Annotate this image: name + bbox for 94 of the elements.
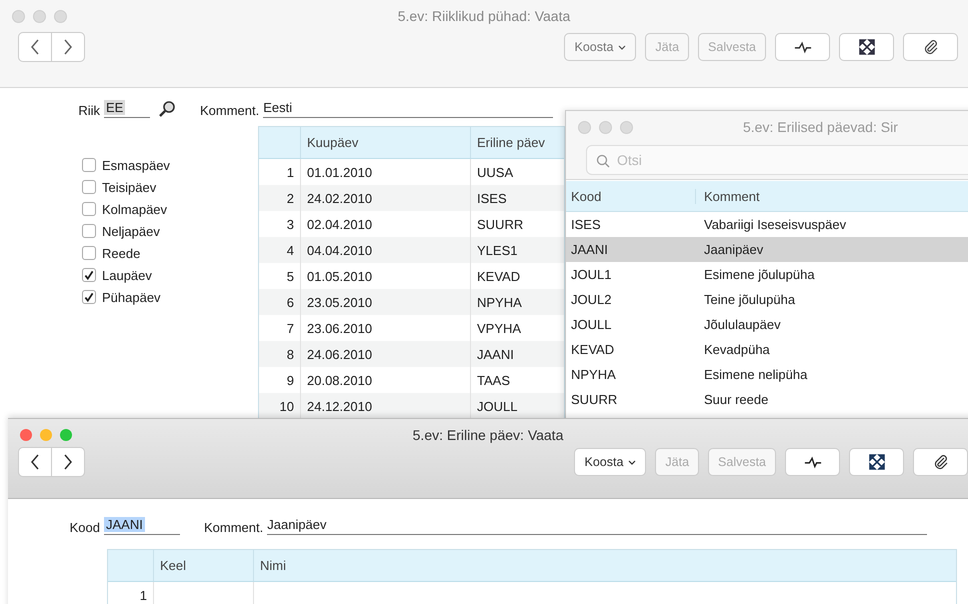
- column-header[interactable]: Eriline päev: [471, 127, 562, 158]
- column-header[interactable]: Komment: [696, 188, 760, 204]
- checkbox[interactable]: [82, 202, 96, 216]
- fullscreen-button[interactable]: [849, 448, 904, 476]
- column-header[interactable]: Keel: [154, 550, 254, 581]
- checkbox-label: Pühapäev: [102, 290, 161, 304]
- activity-button[interactable]: [785, 448, 840, 476]
- table-cell-text: SUURR: [476, 216, 524, 234]
- table-cell-text: JOUL2: [570, 292, 612, 307]
- checkbox[interactable]: [82, 246, 96, 260]
- attachment-button[interactable]: [913, 448, 968, 476]
- list-row[interactable]: JOUL1 Esimene jõulupüha: [566, 262, 968, 287]
- navigation-control[interactable]: [18, 447, 85, 477]
- table-cell-text: YLES1: [476, 242, 518, 260]
- checkbox-label: Neljapäev: [102, 224, 160, 238]
- checkbox[interactable]: [82, 180, 96, 194]
- table-cell-text: Esimene nelipüha: [703, 367, 808, 382]
- checkbox-label: Laupäev: [102, 268, 152, 282]
- search-field[interactable]: Otsi: [586, 145, 968, 175]
- table-cell-text: NPYHA: [476, 294, 523, 312]
- row-number: 1: [108, 582, 154, 604]
- table-cell-text: Jaanipäev: [703, 242, 764, 257]
- activity-button[interactable]: [775, 33, 830, 61]
- list-row[interactable]: ISES Vabariigi Iseseisvuspäev: [566, 212, 968, 237]
- attachment-button[interactable]: [903, 33, 958, 61]
- table-cell-text: JAANI: [570, 242, 609, 257]
- list-row[interactable]: JAANI Jaanipäev: [566, 237, 968, 262]
- table-cell-text: VPYHA: [476, 320, 522, 338]
- window-title: 5.ev: Riiklikud pühad: Vaata: [396, 8, 572, 24]
- table-cell-text: Jõululaupäev: [703, 317, 781, 332]
- navigation-control[interactable]: [18, 32, 85, 62]
- window-control-icon[interactable]: [20, 429, 32, 441]
- window-title: 5.ev: Eriline päev: Vaata: [412, 427, 564, 443]
- search-icon[interactable]: [158, 100, 176, 118]
- toolbar-button[interactable]: Koosta: [564, 33, 636, 61]
- row-number: 4: [259, 237, 301, 263]
- column-header[interactable]: Nimi: [254, 550, 956, 581]
- checkbox-label: Kolmapäev: [102, 202, 168, 216]
- checkbox-label: Reede: [102, 246, 140, 260]
- table-cell: 24.02.2010: [301, 185, 471, 211]
- checkbox[interactable]: [82, 268, 96, 282]
- checkbox-label: Teisipäev: [102, 180, 156, 194]
- expand-icon: [868, 454, 886, 470]
- table-cell-text: Esimene jõulupüha: [703, 267, 815, 282]
- pulse-icon: [794, 39, 812, 55]
- table-cell-text: Vabariigi Iseseisvuspäev: [703, 217, 846, 232]
- table-cell-text: JOULL: [476, 398, 518, 416]
- comment-field[interactable]: Eesti: [263, 99, 554, 118]
- field-label: Riik: [77, 103, 101, 118]
- checkbox[interactable]: [82, 224, 96, 238]
- row-number: 2: [259, 185, 301, 211]
- table-cell-text: Suur reede: [703, 392, 768, 407]
- table-cell-text: ISES: [476, 190, 508, 208]
- comment-field[interactable]: Jaanipäev: [267, 516, 928, 535]
- table-cell-text: JOUL1: [570, 267, 612, 282]
- table-cell-text: Teine jõulupüha: [703, 292, 796, 307]
- table-cell: 23.05.2010: [301, 289, 471, 315]
- table-cell-text: JAANI: [476, 346, 515, 364]
- row-number: 6: [259, 289, 301, 315]
- code-field[interactable]: JAANI: [104, 516, 180, 535]
- search-icon: [596, 154, 610, 168]
- table-cell-text: NPYHA: [570, 367, 617, 382]
- toolbar-button[interactable]: Koosta: [574, 448, 646, 476]
- field-label: Kood: [68, 520, 101, 535]
- table-cell-text: Kevadpüha: [703, 342, 770, 357]
- country-field[interactable]: EE: [104, 99, 150, 118]
- row-number: 8: [259, 341, 301, 367]
- table-cell-text: JOULL: [570, 317, 612, 332]
- pulse-icon: [804, 454, 822, 470]
- list-row[interactable]: JOULL Jõululaupäev: [566, 312, 968, 337]
- table-cell: 24.06.2010: [301, 341, 471, 367]
- table-cell-text: SUURR: [570, 392, 618, 407]
- table-cell-text: TAAS: [476, 372, 511, 390]
- column-header[interactable]: Kood: [566, 188, 696, 204]
- list-row[interactable]: SUURR Suur reede: [566, 387, 968, 412]
- table-cell-text: KEVAD: [570, 342, 616, 357]
- caret-icon: [618, 44, 626, 50]
- list-row[interactable]: NPYHA Esimene nelipüha: [566, 362, 968, 387]
- expand-icon: [858, 39, 876, 55]
- table-cell: 04.04.2010: [301, 237, 471, 263]
- checkbox[interactable]: [82, 290, 96, 304]
- list-row[interactable]: KEVAD Kevadpüha: [566, 337, 968, 362]
- checkbox-label: Esmaspäev: [102, 158, 170, 172]
- table-cell-text: ISES: [570, 217, 602, 232]
- field-label: Komment.: [200, 103, 260, 118]
- table-cell-text: KEVAD: [476, 268, 522, 286]
- checkbox[interactable]: [82, 158, 96, 172]
- list-row[interactable]: JOUL2 Teine jõulupüha: [566, 287, 968, 312]
- caret-icon: [628, 460, 636, 464]
- window-title: 5.ev: Erilised päevad: Sir: [743, 119, 898, 135]
- table-cell-text: UUSA: [476, 164, 514, 182]
- fullscreen-button[interactable]: [839, 33, 894, 61]
- column-header[interactable]: Kuupäev: [301, 127, 471, 158]
- field-label: Komment.: [204, 520, 264, 535]
